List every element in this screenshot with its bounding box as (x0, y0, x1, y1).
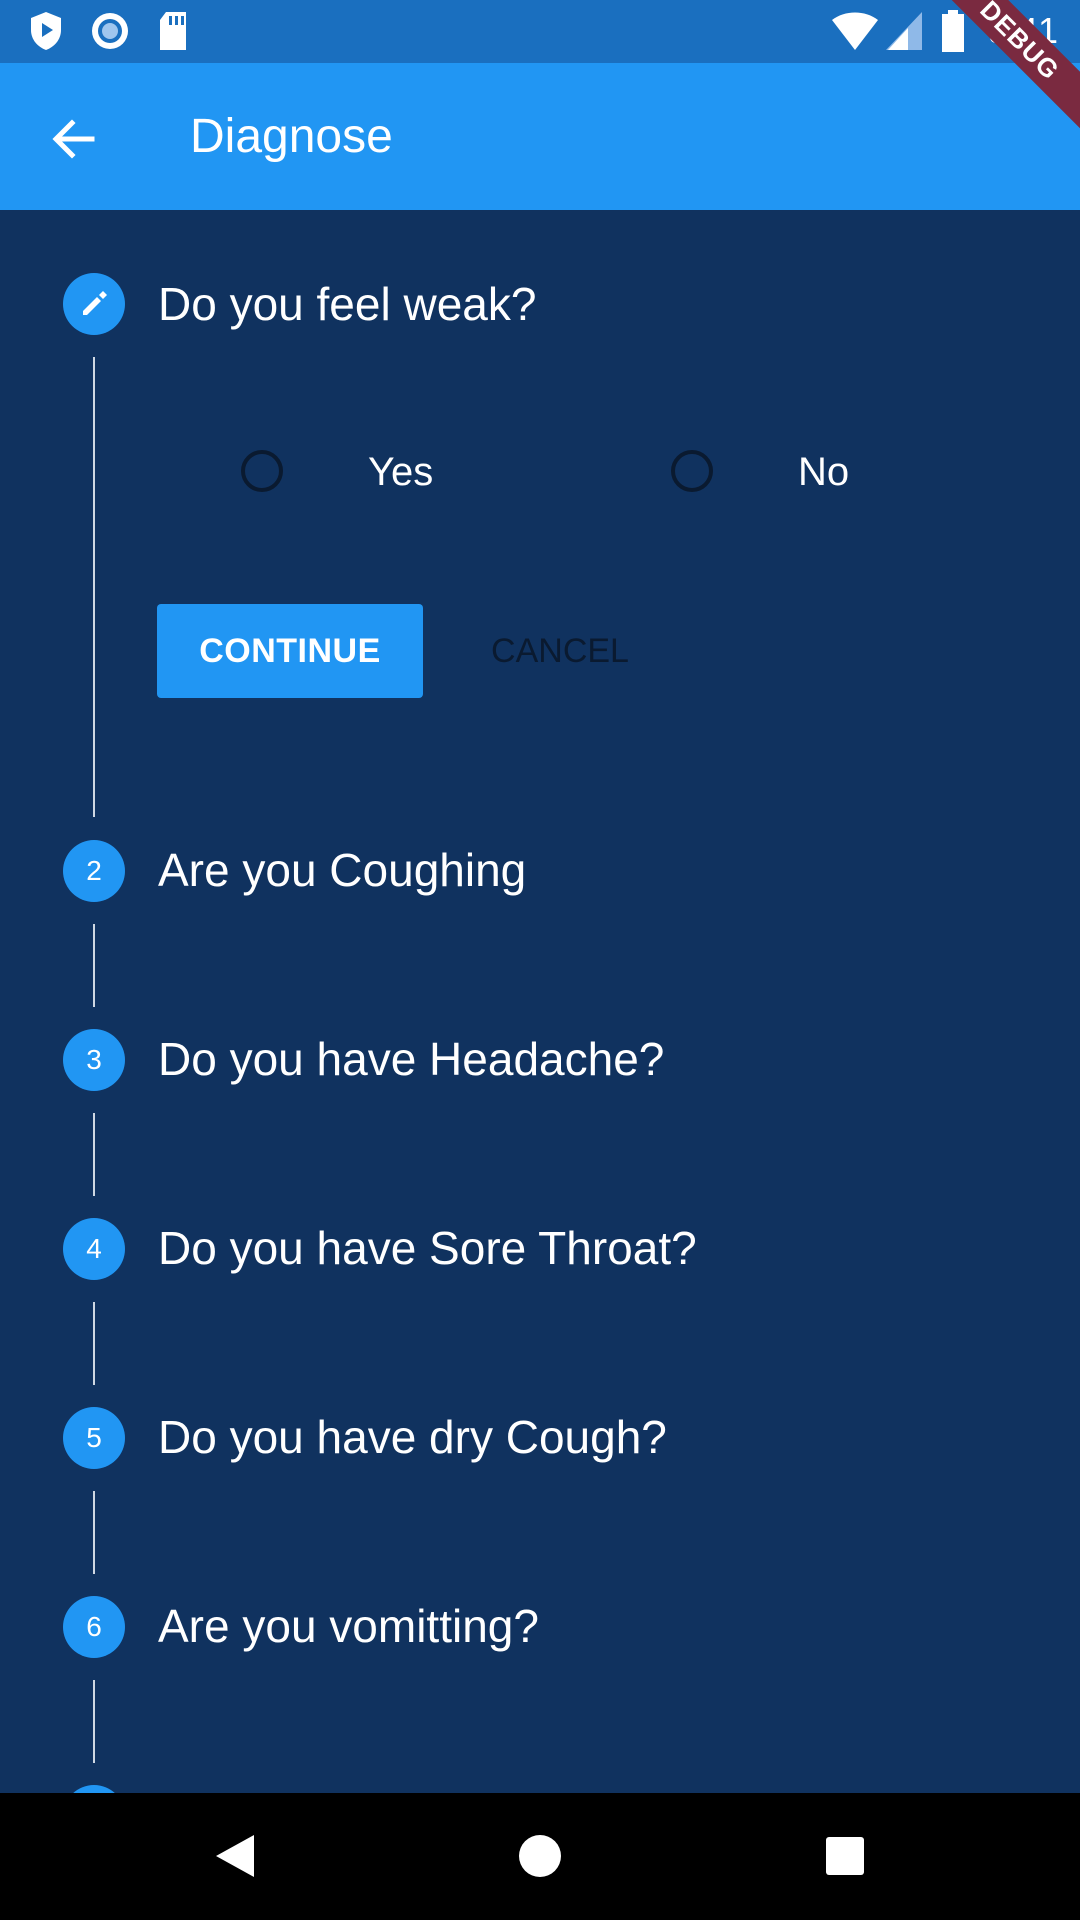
step-connector (93, 924, 95, 1007)
step-connector (93, 1491, 95, 1574)
step-5-title[interactable]: Do you have dry Cough? (158, 1407, 667, 1467)
status-bar: 9:41 (0, 0, 1080, 63)
step-3-title[interactable]: Do you have Headache? (158, 1029, 664, 1089)
wifi-icon (832, 12, 878, 50)
page-title: Diagnose (190, 110, 393, 163)
step-4-title[interactable]: Do you have Sore Throat? (158, 1218, 697, 1278)
step-2-indicator[interactable]: 2 (63, 840, 125, 902)
step-connector (93, 1113, 95, 1196)
step-4-indicator[interactable]: 4 (63, 1218, 125, 1280)
signal-icon (886, 12, 922, 50)
step-next-indicator[interactable] (63, 1785, 125, 1793)
step-1-indicator[interactable] (63, 273, 125, 335)
yes-label[interactable]: Yes (368, 447, 433, 497)
step-3-indicator[interactable]: 3 (63, 1029, 125, 1091)
no-radio[interactable] (671, 450, 713, 492)
arrow-back-icon[interactable] (44, 109, 104, 169)
no-label[interactable]: No (798, 447, 849, 497)
step-1-title[interactable]: Do you feel weak? (158, 274, 536, 334)
cancel-button[interactable]: CANCEL (470, 604, 650, 698)
battery-icon (942, 10, 964, 52)
shield-play-icon (31, 12, 61, 50)
step-connector (93, 1680, 95, 1763)
continue-button[interactable]: CONTINUE (157, 604, 423, 698)
step-connector (93, 357, 95, 817)
record-icon (92, 13, 128, 49)
step-5-indicator[interactable]: 5 (63, 1407, 125, 1469)
yes-radio[interactable] (241, 450, 283, 492)
navigation-bar (0, 1793, 1080, 1920)
home-circle-icon[interactable] (518, 1833, 562, 1879)
app-bar: Diagnose (0, 63, 1080, 210)
step-2-title[interactable]: Are you Coughing (158, 840, 526, 900)
edit-pencil-icon (83, 291, 107, 315)
stepper: Do you feel weak? Yes No CONTINUE CANCEL… (0, 210, 1080, 1793)
step-connector (93, 1302, 95, 1385)
step-6-indicator[interactable]: 6 (63, 1596, 125, 1658)
sd-card-icon (160, 12, 186, 50)
recents-square-icon[interactable] (824, 1833, 866, 1879)
back-triangle-icon[interactable] (212, 1833, 256, 1879)
step-6-title[interactable]: Are you vomitting? (158, 1596, 539, 1656)
